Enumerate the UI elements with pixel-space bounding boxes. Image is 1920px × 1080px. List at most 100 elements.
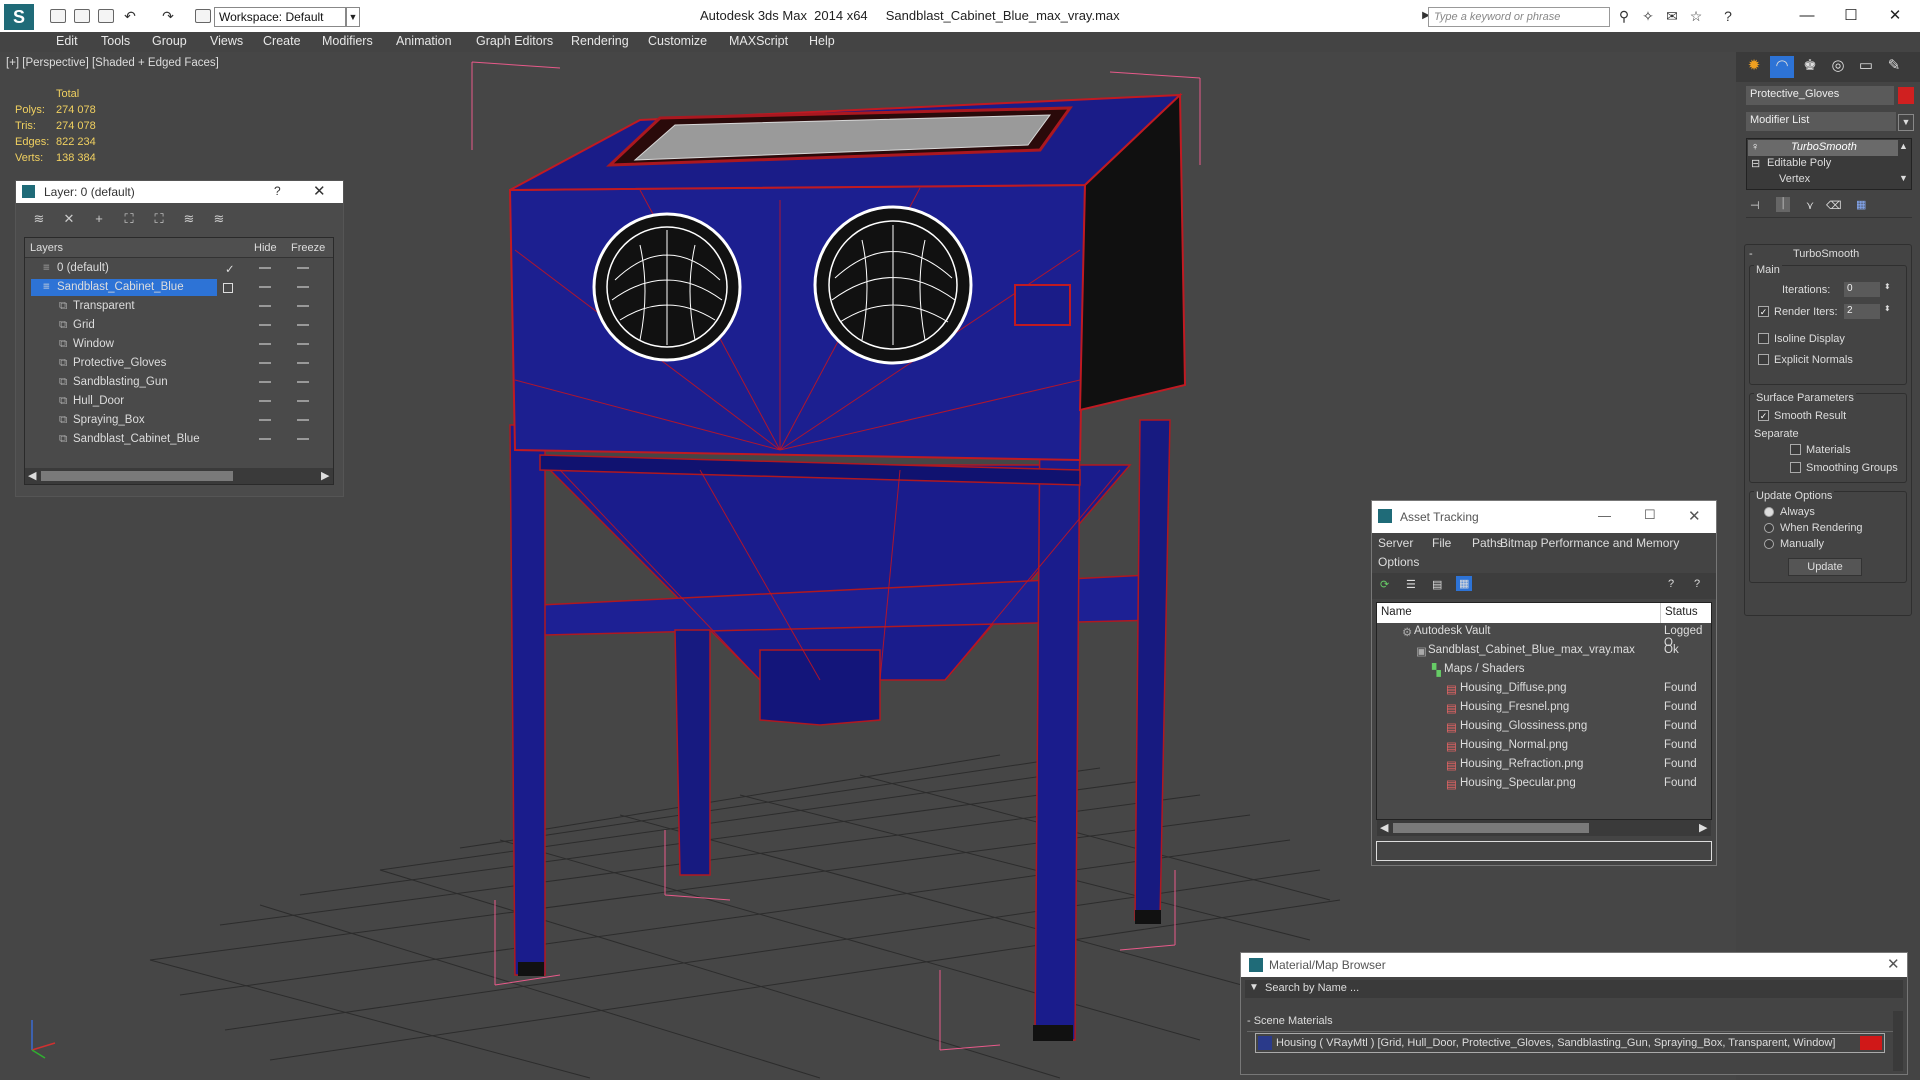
smoothing-groups-checkbox[interactable] bbox=[1790, 462, 1801, 473]
hide-toggle[interactable] bbox=[259, 343, 271, 345]
undo-icon[interactable]: ↶ bbox=[122, 8, 138, 24]
layer-list[interactable]: Layers Hide Freeze ≡ 0 (default) ✓ ≡ San… bbox=[24, 237, 334, 485]
menu-tools[interactable]: Tools bbox=[101, 34, 130, 48]
create-tab-icon[interactable]: ✹ bbox=[1742, 56, 1766, 78]
minimize-button[interactable]: — bbox=[1790, 4, 1824, 28]
column-hide[interactable]: Hide bbox=[254, 242, 277, 254]
menu-help[interactable]: Help bbox=[809, 34, 835, 48]
show-end-result-icon[interactable]: ⏐ bbox=[1776, 197, 1791, 212]
utilities-tab-icon[interactable]: ✎ bbox=[1882, 56, 1906, 78]
asset-menu-file[interactable]: File bbox=[1432, 536, 1451, 550]
freeze-toggle[interactable] bbox=[297, 438, 309, 440]
save-file-icon[interactable] bbox=[98, 9, 114, 23]
hide-toggle[interactable] bbox=[259, 400, 271, 402]
open-file-icon[interactable] bbox=[74, 9, 90, 23]
layer-row[interactable]: ≡ 0 (default) ✓ bbox=[25, 259, 333, 278]
asset-window-header[interactable]: Asset Tracking — ☐ ✕ bbox=[1372, 501, 1716, 533]
current-layer-box[interactable] bbox=[223, 283, 233, 293]
make-unique-icon[interactable]: ⋎ bbox=[1806, 199, 1814, 212]
scroll-up-icon[interactable]: ▲ bbox=[1899, 141, 1908, 151]
stack-item-turbosmooth[interactable]: TurboSmooth bbox=[1791, 141, 1857, 153]
display-tab-icon[interactable]: ▭ bbox=[1854, 56, 1878, 78]
layer-row[interactable]: ⧉ Transparent bbox=[25, 297, 333, 316]
hide-toggle[interactable] bbox=[259, 305, 271, 307]
layer-window-header[interactable]: Layer: 0 (default) ? ✕ bbox=[16, 181, 343, 203]
scrollbar-thumb[interactable] bbox=[41, 471, 233, 481]
explicit-normals-checkbox[interactable] bbox=[1758, 354, 1769, 365]
column-status[interactable]: Status bbox=[1665, 606, 1698, 618]
column-name[interactable]: Name bbox=[1381, 606, 1412, 618]
asset-tracking-window[interactable]: Asset Tracking — ☐ ✕ Server File Paths B… bbox=[1371, 500, 1717, 866]
scrollbar-thumb[interactable] bbox=[1393, 823, 1589, 833]
workspace-dropdown[interactable]: Workspace: Default bbox=[214, 7, 346, 27]
asset-row[interactable]: ▤ Housing_Fresnel.png Found bbox=[1376, 699, 1712, 718]
project-folder-icon[interactable] bbox=[195, 9, 211, 23]
new-file-icon[interactable] bbox=[50, 9, 66, 23]
layer-row[interactable]: ⧉ Protective_Gloves bbox=[25, 354, 333, 373]
asset-row[interactable]: ▣ Sandblast_Cabinet_Blue_max_vray.max Ok bbox=[1376, 642, 1712, 661]
new-layer-icon[interactable]: ≋ bbox=[30, 211, 48, 229]
asset-path-field[interactable] bbox=[1376, 841, 1712, 861]
freeze-all-icon[interactable]: ≋ bbox=[210, 211, 228, 229]
hide-toggle[interactable] bbox=[259, 362, 271, 364]
vertical-scrollbar[interactable] bbox=[1893, 1011, 1903, 1071]
help-icon[interactable]: ? bbox=[1720, 8, 1736, 24]
asset-row[interactable]: ▤ Housing_Diffuse.png Found bbox=[1376, 680, 1712, 699]
asset-menu-server[interactable]: Server bbox=[1378, 536, 1413, 550]
lightbulb-icon[interactable]: ♀ bbox=[1751, 141, 1759, 153]
collapse-icon[interactable]: - bbox=[1749, 248, 1753, 260]
freeze-toggle[interactable] bbox=[297, 286, 309, 288]
motion-tab-icon[interactable]: ◎ bbox=[1826, 56, 1850, 78]
menu-create[interactable]: Create bbox=[263, 34, 301, 48]
asset-row[interactable]: ⚙ Autodesk Vault Logged O bbox=[1376, 623, 1712, 649]
always-radio[interactable] bbox=[1764, 507, 1774, 517]
menu-rendering[interactable]: Rendering bbox=[571, 34, 629, 48]
freeze-toggle[interactable] bbox=[297, 324, 309, 326]
horizontal-scrollbar[interactable]: ◀ ▶ bbox=[25, 468, 333, 484]
layer-row[interactable]: ⧉ Sandblast_Cabinet_Blue bbox=[25, 430, 333, 449]
material-search-bar[interactable]: ▼ Search by Name ... bbox=[1245, 980, 1903, 998]
pin-stack-icon[interactable]: ⊣ bbox=[1750, 199, 1760, 212]
modify-tab-icon[interactable]: ◠ bbox=[1770, 56, 1794, 78]
render-iters-checkbox[interactable]: ✓ bbox=[1758, 306, 1769, 317]
expand-icon[interactable]: ⊟ bbox=[1751, 157, 1760, 170]
freeze-toggle[interactable] bbox=[297, 381, 309, 383]
material-row[interactable]: Housing ( VRayMtl ) [Grid, Hull_Door, Pr… bbox=[1255, 1033, 1885, 1053]
scene-materials-section[interactable]: - Scene Materials bbox=[1247, 1015, 1333, 1027]
modifier-list-dropdown[interactable]: Modifier List bbox=[1746, 112, 1896, 131]
when-rendering-radio[interactable] bbox=[1764, 523, 1774, 533]
close-button[interactable]: ✕ bbox=[1878, 4, 1912, 28]
freeze-toggle[interactable] bbox=[297, 343, 309, 345]
highlight-layer-icon[interactable]: ⛶ bbox=[150, 211, 168, 229]
layer-row[interactable]: ≡ Sandblast_Cabinet_Blue bbox=[25, 278, 333, 297]
asset-row[interactable]: ▤ Housing_Refraction.png Found bbox=[1376, 756, 1712, 775]
modifier-stack[interactable]: ♀ TurboSmooth ⊟ Editable Poly Vertex ▲ ▼ bbox=[1746, 138, 1912, 190]
table-view-icon[interactable]: ▦ bbox=[1456, 576, 1473, 591]
hide-toggle[interactable] bbox=[259, 381, 271, 383]
freeze-toggle[interactable] bbox=[297, 400, 309, 402]
scroll-right-icon[interactable]: ▶ bbox=[1699, 821, 1707, 834]
rollout-title[interactable]: TurboSmooth bbox=[1793, 248, 1859, 260]
menu-graph-editors[interactable]: Graph Editors bbox=[476, 34, 553, 48]
hide-all-icon[interactable]: ≋ bbox=[180, 211, 198, 229]
materials-checkbox[interactable] bbox=[1790, 444, 1801, 455]
add-to-layer-icon[interactable]: + bbox=[90, 211, 108, 229]
menu-edit[interactable]: Edit bbox=[56, 34, 78, 48]
remove-modifier-icon[interactable]: ⌫ bbox=[1826, 199, 1842, 212]
list-view-icon[interactable]: ☰ bbox=[1406, 578, 1416, 591]
menu-group[interactable]: Group bbox=[152, 34, 187, 48]
render-iters-spinner[interactable]: 2 bbox=[1844, 304, 1880, 319]
menu-animation[interactable]: Animation bbox=[396, 34, 452, 48]
hide-toggle[interactable] bbox=[259, 419, 271, 421]
layer-row[interactable]: ⧉ Grid bbox=[25, 316, 333, 335]
close-icon[interactable]: ✕ bbox=[1688, 507, 1701, 525]
menu-views[interactable]: Views bbox=[210, 34, 243, 48]
viewport-label[interactable]: [+] [Perspective] [Shaded + Edged Faces] bbox=[6, 57, 219, 69]
help-icon[interactable]: ? bbox=[1668, 578, 1674, 590]
hierarchy-tab-icon[interactable]: ♚ bbox=[1798, 56, 1822, 78]
scroll-left-icon[interactable]: ◀ bbox=[28, 469, 36, 482]
column-freeze[interactable]: Freeze bbox=[291, 242, 325, 254]
favorites-star-icon[interactable]: ☆ bbox=[1688, 8, 1704, 24]
scroll-right-icon[interactable]: ▶ bbox=[321, 469, 329, 482]
search-options-icon[interactable]: ▼ bbox=[1249, 982, 1259, 993]
